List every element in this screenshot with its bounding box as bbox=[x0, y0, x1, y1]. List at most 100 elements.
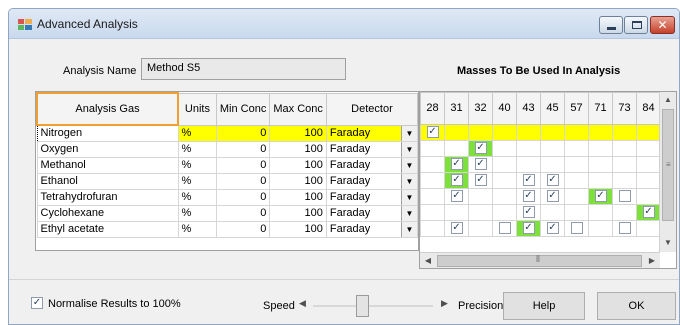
mass-cell[interactable] bbox=[444, 124, 469, 141]
detector-dropdown[interactable]: Faraday ▼ bbox=[325, 188, 418, 206]
mass-column-header[interactable]: 31 bbox=[444, 92, 469, 125]
detector-dropdown[interactable]: Faraday ▼ bbox=[325, 140, 418, 158]
max-conc-cell[interactable]: 100 bbox=[269, 220, 327, 238]
ok-button[interactable]: OK bbox=[597, 292, 676, 320]
detector-dropdown[interactable]: Faraday ▼ bbox=[325, 156, 418, 174]
checkbox-checked-icon[interactable]: ✓ bbox=[450, 221, 463, 234]
vertical-scrollbar[interactable]: ▲ ≡ ▼ bbox=[659, 92, 676, 252]
checkbox-unchecked-icon[interactable] bbox=[618, 189, 631, 202]
mass-cell[interactable] bbox=[564, 172, 589, 189]
mass-cell[interactable] bbox=[492, 188, 517, 205]
gas-name-cell[interactable]: Ethyl acetate bbox=[36, 220, 179, 238]
mass-cell[interactable] bbox=[492, 204, 517, 221]
dropdown-arrow-icon[interactable]: ▼ bbox=[401, 126, 417, 140]
mass-cell[interactable] bbox=[564, 204, 589, 221]
mass-column-header[interactable]: 43 bbox=[516, 92, 541, 125]
gas-name-cell[interactable]: Methanol bbox=[36, 156, 179, 174]
checkbox-checked-icon[interactable]: ✓ bbox=[594, 189, 607, 202]
mass-column-header[interactable]: 57 bbox=[564, 92, 589, 125]
mass-column-header[interactable]: 28 bbox=[420, 92, 445, 125]
mass-cell[interactable] bbox=[420, 172, 445, 189]
table-row[interactable]: ✓ bbox=[420, 140, 661, 157]
mass-column-header[interactable]: 84 bbox=[636, 92, 661, 125]
detector-dropdown[interactable]: Faraday ▼ bbox=[325, 204, 418, 222]
scroll-up-icon[interactable]: ▲ bbox=[660, 92, 676, 108]
mass-cell[interactable] bbox=[612, 220, 637, 237]
max-conc-cell[interactable]: 100 bbox=[269, 188, 327, 206]
table-row[interactable]: ✓ ✓ ✓ bbox=[420, 220, 661, 237]
mass-cell[interactable] bbox=[636, 140, 661, 157]
mass-cell[interactable] bbox=[636, 188, 661, 205]
mass-column-header[interactable]: 40 bbox=[492, 92, 517, 125]
mass-cell[interactable] bbox=[564, 124, 589, 141]
checkbox-checked-icon[interactable]: ✓ bbox=[642, 205, 655, 218]
mass-cell[interactable]: ✓ bbox=[444, 172, 469, 189]
horizontal-scroll-thumb[interactable]: ⦀ bbox=[437, 254, 642, 267]
mass-cell[interactable] bbox=[564, 156, 589, 173]
dropdown-arrow-icon[interactable]: ▼ bbox=[401, 142, 417, 156]
checkbox-checked-icon[interactable]: ✓ bbox=[546, 221, 559, 234]
mass-cell[interactable] bbox=[468, 124, 493, 141]
min-conc-cell[interactable]: 0 bbox=[215, 140, 271, 158]
units-cell[interactable]: % bbox=[177, 140, 217, 158]
mass-cell[interactable] bbox=[516, 124, 541, 141]
mass-cell[interactable] bbox=[444, 204, 469, 221]
checkbox-unchecked-icon[interactable] bbox=[618, 221, 631, 234]
table-row[interactable]: Methanol% 0 100 Faraday ▼ bbox=[36, 156, 418, 174]
checkbox-checked-icon[interactable]: ✓ bbox=[474, 141, 487, 154]
mass-cell[interactable]: ✓ bbox=[540, 188, 565, 205]
mass-cell[interactable] bbox=[516, 156, 541, 173]
detector-dropdown[interactable]: Faraday ▼ bbox=[325, 220, 418, 238]
dropdown-arrow-icon[interactable]: ▼ bbox=[401, 206, 417, 220]
table-row[interactable]: Cyclohexane% 0 100 Faraday ▼ bbox=[36, 204, 418, 222]
mass-cell[interactable] bbox=[564, 188, 589, 205]
mass-cell[interactable] bbox=[612, 140, 637, 157]
mass-cell[interactable]: ✓ bbox=[516, 220, 541, 237]
max-conc-cell[interactable]: 100 bbox=[269, 124, 327, 142]
mass-column-header[interactable]: 45 bbox=[540, 92, 565, 125]
checkbox-checked-icon[interactable]: ✓ bbox=[522, 221, 535, 234]
column-header-max-conc[interactable]: Max Conc bbox=[269, 92, 327, 126]
mass-cell[interactable] bbox=[612, 204, 637, 221]
table-row[interactable]: ✓ ✓ bbox=[420, 156, 661, 173]
min-conc-cell[interactable]: 0 bbox=[215, 188, 271, 206]
mass-cell[interactable] bbox=[588, 124, 613, 141]
mass-cell[interactable] bbox=[492, 140, 517, 157]
help-button[interactable]: Help bbox=[503, 292, 585, 320]
mass-cell[interactable] bbox=[612, 156, 637, 173]
mass-cell[interactable] bbox=[420, 156, 445, 173]
checkbox-checked-icon[interactable]: ✓ bbox=[546, 189, 559, 202]
checkbox-checked-icon[interactable]: ✓ bbox=[450, 189, 463, 202]
table-row[interactable]: ✓ ✓ ✓ ✓ bbox=[420, 172, 661, 189]
vertical-scroll-thumb[interactable]: ≡ bbox=[662, 109, 674, 221]
mass-cell[interactable] bbox=[540, 156, 565, 173]
table-row[interactable]: ✓ ✓ ✓ ✓ bbox=[420, 188, 661, 205]
mass-cell[interactable]: ✓ bbox=[516, 204, 541, 221]
mass-cell[interactable] bbox=[588, 204, 613, 221]
checkbox-checked-icon[interactable]: ✓ bbox=[474, 173, 487, 186]
mass-cell[interactable] bbox=[420, 188, 445, 205]
mass-column-header[interactable]: 32 bbox=[468, 92, 493, 125]
dropdown-arrow-icon[interactable]: ▼ bbox=[401, 158, 417, 172]
mass-cell[interactable]: ✓ bbox=[468, 172, 493, 189]
mass-cell[interactable] bbox=[564, 220, 589, 237]
dropdown-arrow-icon[interactable]: ▼ bbox=[401, 222, 417, 236]
mass-column-header[interactable]: 73 bbox=[612, 92, 637, 125]
mass-cell[interactable] bbox=[444, 140, 469, 157]
mass-cell[interactable] bbox=[588, 140, 613, 157]
mass-cell[interactable] bbox=[468, 204, 493, 221]
dropdown-arrow-icon[interactable]: ▼ bbox=[401, 190, 417, 204]
detector-dropdown[interactable]: Faraday ▼ bbox=[325, 124, 418, 142]
units-cell[interactable]: % bbox=[177, 172, 217, 190]
mass-cell[interactable] bbox=[468, 220, 493, 237]
mass-cell[interactable] bbox=[420, 220, 445, 237]
checkbox-checked-icon[interactable]: ✓ bbox=[450, 157, 463, 170]
min-conc-cell[interactable]: 0 bbox=[215, 220, 271, 238]
minimize-button[interactable] bbox=[599, 16, 623, 34]
mass-cell[interactable]: ✓ bbox=[540, 220, 565, 237]
mass-cell[interactable] bbox=[516, 140, 541, 157]
detector-dropdown[interactable]: Faraday ▼ bbox=[325, 172, 418, 190]
mass-cell[interactable] bbox=[540, 204, 565, 221]
column-header-detector[interactable]: Detector bbox=[325, 92, 418, 126]
gas-name-cell[interactable]: Oxygen bbox=[36, 140, 179, 158]
